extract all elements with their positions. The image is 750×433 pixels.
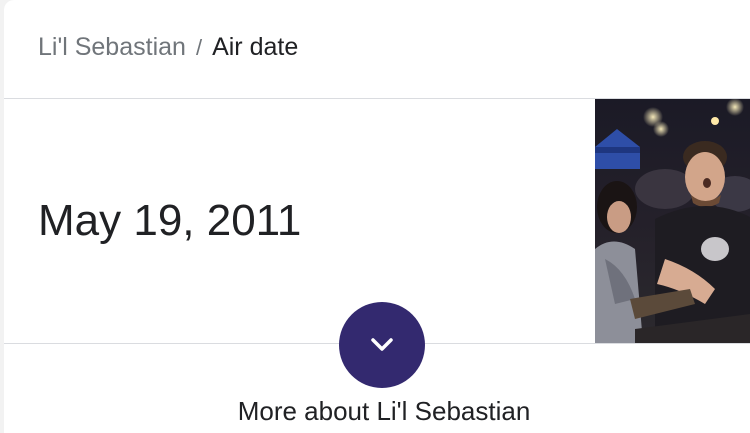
breadcrumb-parent-link[interactable]: Li'l Sebastian bbox=[38, 33, 186, 61]
more-about-link[interactable]: More about Li'l Sebastian bbox=[4, 393, 750, 429]
expand-button[interactable] bbox=[339, 302, 425, 388]
knowledge-card: Li'l Sebastian / Air date May 19, 2011 M… bbox=[4, 0, 750, 433]
breadcrumb-current: Air date bbox=[212, 33, 299, 61]
breadcrumb-separator: / bbox=[195, 35, 203, 60]
breadcrumb: Li'l Sebastian / Air date bbox=[38, 30, 298, 65]
chevron-down-icon bbox=[371, 338, 393, 351]
episode-thumbnail[interactable] bbox=[595, 99, 750, 343]
thumbnail-image bbox=[595, 99, 750, 343]
answer-value: May 19, 2011 bbox=[38, 196, 302, 245]
